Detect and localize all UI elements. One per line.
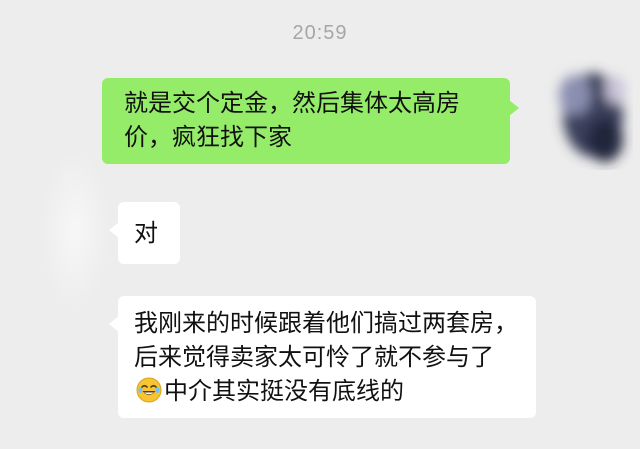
received-message-text: 对 <box>134 219 158 247</box>
received-message-bubble[interactable]: 我刚来的时候跟着他们搞过两套房，后来觉得卖家太可怜了就不参与了 中介其实挺没有底… <box>109 296 536 418</box>
sent-message-bubble[interactable]: 就是交个定金，然后集体太高房价，疯狂找下家 <box>102 78 519 164</box>
blurred-avatar-icon[interactable] <box>545 60 633 170</box>
laughing-crying-emoji-icon <box>136 377 162 403</box>
received-message-bubble[interactable]: 对 <box>109 202 180 264</box>
chat-view: 20:59 就是交个定金，然后集体太高房价，疯狂找下家 对 我刚来的时候跟着他们… <box>0 0 640 449</box>
message-timestamp: 20:59 <box>292 22 348 44</box>
sent-message-text: 就是交个定金，然后集体太高房价，疯狂找下家 <box>124 89 460 151</box>
received-message-text-after: 中介其实挺没有底线的 <box>164 377 404 405</box>
received-message-text-before: 我刚来的时候跟着他们搞过两套房，后来觉得卖家太可怜了就不参与了 <box>134 309 518 371</box>
blurred-background-area <box>40 150 110 310</box>
